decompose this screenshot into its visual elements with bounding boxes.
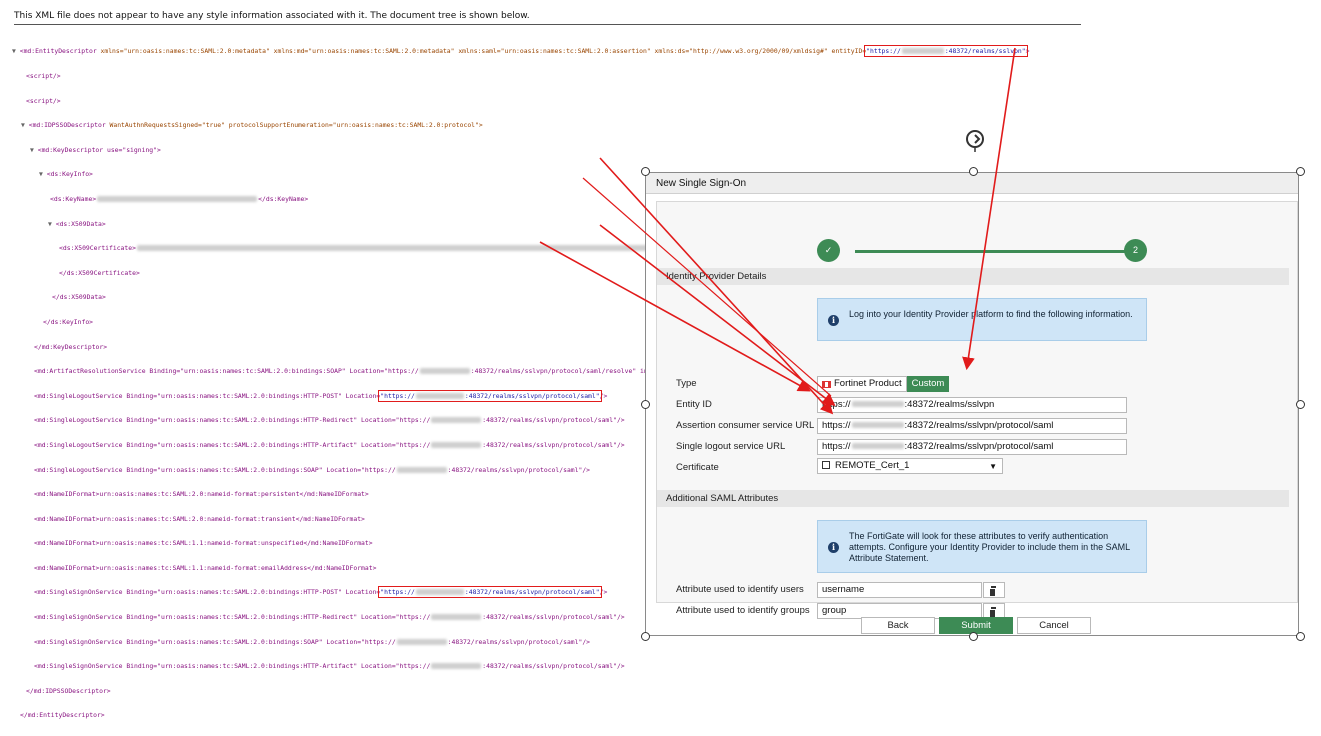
info-icon: i xyxy=(828,315,839,326)
certificate-label: Certificate xyxy=(676,462,719,473)
resize-handle[interactable] xyxy=(1296,167,1305,176)
new-sso-dialog: New Single Sign-On ✓ 2 Identity Provider… xyxy=(645,172,1299,636)
highlight-sso-post: "https://:48372/realms/sslvpn/protocol/s… xyxy=(378,586,602,599)
xml-line: </md:IDPSSODescriptor> xyxy=(26,686,111,695)
redacted-keyname xyxy=(97,195,258,202)
xml-line: ▼ <md:EntityDescriptor xmlns="urn:oasis:… xyxy=(12,45,1030,58)
acs-url-label: Assertion consumer service URL xyxy=(676,420,815,431)
section-identity-provider: Identity Provider Details xyxy=(657,268,1289,285)
info-box-idp: i Log into your Identity Provider platfo… xyxy=(817,298,1147,341)
certificate-select[interactable]: REMOTE_Cert_1 ▼ xyxy=(817,458,1003,474)
highlight-entityid: "https://:48372/realms/sslvpn" xyxy=(864,45,1028,58)
fortinet-logo-icon xyxy=(822,380,831,388)
xml-line: <script/> xyxy=(26,96,61,105)
collapse-triangle-icon[interactable]: ▼ xyxy=(30,146,34,154)
xml-line: <md:SingleSignOnService Binding="urn:oas… xyxy=(34,637,591,646)
resize-handle[interactable] xyxy=(641,167,650,176)
chevron-down-icon: ▼ xyxy=(989,462,997,471)
step-1-complete-icon[interactable]: ✓ xyxy=(817,239,840,262)
collapse-triangle-icon[interactable]: ▼ xyxy=(12,47,16,55)
entity-id-label: Entity ID xyxy=(676,399,712,410)
section-saml-attributes: Additional SAML Attributes xyxy=(657,490,1289,507)
xml-style-notice: This XML file does not appear to have an… xyxy=(14,11,530,21)
users-attribute-input[interactable]: username xyxy=(817,582,982,598)
copy-icon[interactable] xyxy=(983,582,1005,598)
certificate-icon xyxy=(822,461,830,469)
collapse-triangle-icon[interactable]: ▼ xyxy=(48,220,52,228)
resize-handle[interactable] xyxy=(969,167,978,176)
info-box-attributes: i The FortiGate will look for these attr… xyxy=(817,520,1147,573)
rotate-handle-icon[interactable] xyxy=(962,126,988,152)
redacted-host xyxy=(901,48,944,55)
step-2-indicator[interactable]: 2 xyxy=(1124,239,1147,262)
dialog-title: New Single Sign-On xyxy=(646,173,1298,194)
wizard-panel: ✓ 2 Identity Provider Details i Log into… xyxy=(656,201,1298,619)
xml-line: <md:SingleSignOnService Binding="urn:oas… xyxy=(34,662,625,671)
type-selector: Fortinet Product Custom xyxy=(817,376,950,392)
info-icon: i xyxy=(828,542,839,553)
xml-line: </md:EntityDescriptor> xyxy=(20,711,105,720)
xml-line: <script/> xyxy=(26,72,61,80)
step-progress-line xyxy=(855,250,1135,253)
slo-url-label: Single logout service URL xyxy=(676,441,786,452)
slo-url-input[interactable]: https://:48372/realms/sslvpn/protocol/sa… xyxy=(817,439,1127,455)
resize-handle[interactable] xyxy=(969,632,978,641)
resize-handle[interactable] xyxy=(1296,632,1305,641)
cancel-button[interactable]: Cancel xyxy=(1017,617,1091,634)
submit-button[interactable]: Submit xyxy=(939,617,1013,634)
collapse-triangle-icon[interactable]: ▼ xyxy=(21,121,25,129)
resize-handle[interactable] xyxy=(641,400,650,409)
groups-attribute-label: Attribute used to identify groups xyxy=(676,605,810,616)
back-button[interactable]: Back xyxy=(861,617,935,634)
acs-url-input[interactable]: https://:48372/realms/sslvpn/protocol/sa… xyxy=(817,418,1127,434)
resize-handle[interactable] xyxy=(1296,400,1305,409)
type-label: Type xyxy=(676,378,697,389)
resize-handle[interactable] xyxy=(641,632,650,641)
users-attribute-label: Attribute used to identify users xyxy=(676,584,804,595)
xml-line: ▼ <md:IDPSSODescriptor WantAuthnRequests… xyxy=(21,121,483,130)
type-option-custom[interactable]: Custom xyxy=(906,376,950,392)
collapse-triangle-icon[interactable]: ▼ xyxy=(39,170,43,178)
type-option-fortinet[interactable]: Fortinet Product xyxy=(817,376,907,392)
xml-line: ▼ <md:KeyDescriptor use="signing"> xyxy=(30,145,161,154)
divider xyxy=(14,24,1081,25)
entity-id-input[interactable]: https://:48372/realms/sslvpn xyxy=(817,397,1127,413)
highlight-slo-post: "https://:48372/realms/sslvpn/protocol/s… xyxy=(378,389,602,402)
